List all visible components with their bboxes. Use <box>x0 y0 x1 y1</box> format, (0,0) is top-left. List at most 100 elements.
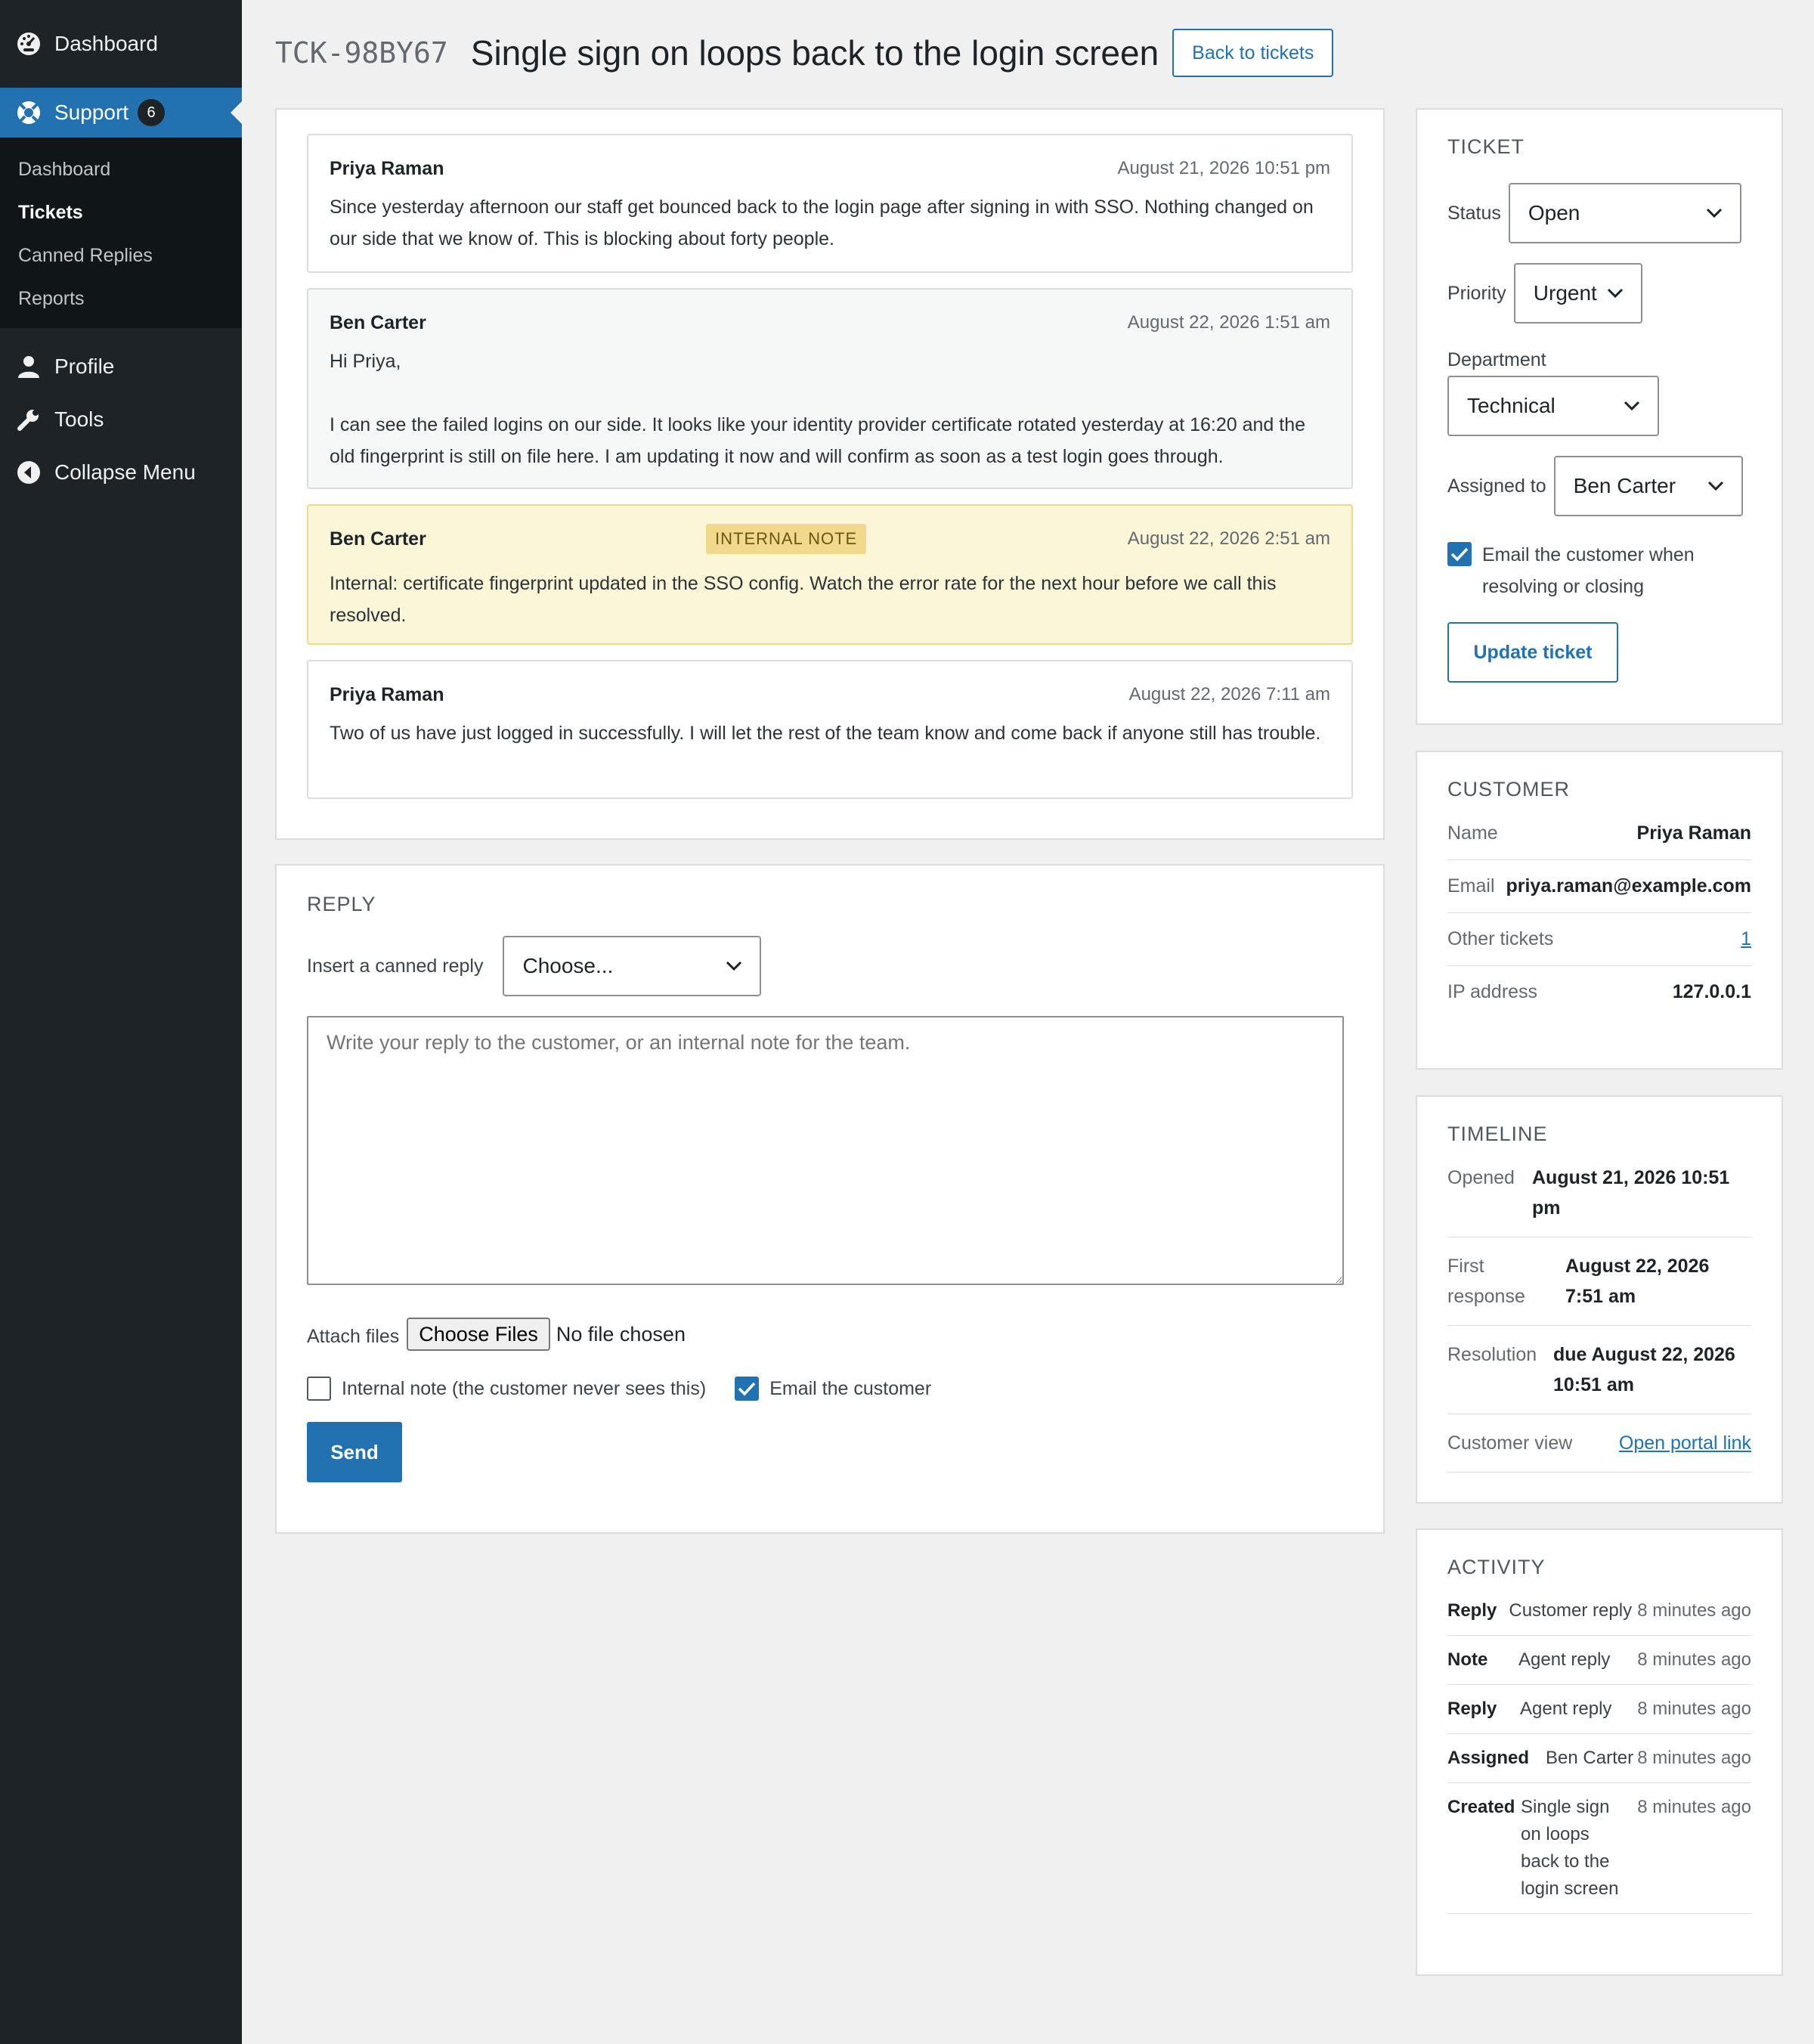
activity-type: Note <box>1447 1649 1488 1670</box>
support-submenu: Dashboard Tickets Canned Replies Reports <box>0 138 242 328</box>
activity-item: Created Single sign on loops back to the… <box>1447 1783 1751 1914</box>
checkmark-icon <box>1450 547 1469 562</box>
resolution-label: Resolution <box>1447 1344 1537 1365</box>
message-author: Priya Raman <box>330 157 444 179</box>
resolution-value: due August 22, 2026 10:51 am <box>1553 1344 1735 1395</box>
internal-note-label: Internal note (the customer never sees t… <box>342 1377 707 1399</box>
send-button[interactable]: Send <box>307 1422 402 1482</box>
menu-profile[interactable]: Profile <box>0 340 242 393</box>
message-date: August 21, 2026 10:51 pm <box>1117 158 1330 178</box>
dashboard-gauge-icon <box>15 30 42 57</box>
other-tickets-label: Other tickets <box>1447 928 1554 949</box>
status-value: Open <box>1528 201 1580 225</box>
internal-note-badge: INTERNAL NOTE <box>706 524 867 554</box>
chevron-down-icon <box>1707 480 1725 492</box>
timeline-heading: TIMELINE <box>1447 1123 1548 1145</box>
menu-support-label: Support <box>54 101 129 124</box>
activity-type: Created <box>1447 1797 1515 1817</box>
reply-textarea[interactable] <box>307 1016 1344 1285</box>
checkmark-icon <box>738 1382 756 1396</box>
menu-profile-label: Profile <box>54 355 115 378</box>
activity-heading: ACTIVITY <box>1447 1556 1546 1578</box>
submenu-tickets[interactable]: Tickets <box>0 191 242 234</box>
customer-view-label: Customer view <box>1447 1432 1573 1454</box>
canned-reply-select[interactable]: Choose... <box>503 936 762 996</box>
back-to-tickets-button[interactable]: Back to tickets <box>1172 29 1334 77</box>
menu-tools-label: Tools <box>54 407 104 431</box>
conversation-panel: Priya Raman August 21, 2026 10:51 pm Sin… <box>275 108 1385 840</box>
submenu-reports[interactable]: Reports <box>0 277 242 321</box>
message-body: Since yesterday afternoon our staff get … <box>330 197 1314 249</box>
ticket-heading: TICKET <box>1447 135 1525 158</box>
message-customer: Priya Raman August 22, 2026 7:11 am Two … <box>307 660 1353 799</box>
message-author: Priya Raman <box>330 683 444 705</box>
internal-note-checkbox[interactable] <box>307 1377 331 1401</box>
menu-collapse-label: Collapse Menu <box>54 460 196 484</box>
menu-collapse[interactable]: Collapse Menu <box>0 446 242 499</box>
admin-sidebar: Dashboard Support 6 Dashboard Tickets Ca… <box>0 0 242 2044</box>
resolution-row: Resolution due August 22, 2026 10:51 am <box>1447 1326 1751 1414</box>
department-value: Technical <box>1467 394 1556 417</box>
activity-item: Assigned Ben Carter 8 minutes ago <box>1447 1734 1751 1783</box>
ip-address-row: IP address 127.0.0.1 <box>1447 966 1751 1018</box>
email-label: Email <box>1447 875 1495 897</box>
activity-detail: Customer reply <box>1509 1600 1633 1621</box>
assignee-value: Ben Carter <box>1573 474 1676 497</box>
assignee-select[interactable]: Ben Carter <box>1553 456 1743 516</box>
activity-detail: Agent reply <box>1520 1699 1612 1719</box>
opened-label: Opened <box>1447 1167 1515 1188</box>
message-body: Two of us have just logged in successful… <box>330 723 1321 744</box>
submenu-canned-replies[interactable]: Canned Replies <box>0 234 242 277</box>
menu-tools[interactable]: Tools <box>0 393 242 446</box>
status-select[interactable]: Open <box>1508 183 1741 243</box>
ticket-id: TCK-98BY67 <box>275 36 448 70</box>
wrench-icon <box>15 406 42 433</box>
choose-files-button[interactable]: Choose Files <box>407 1318 550 1351</box>
page-title: Single sign on loops back to the login s… <box>470 33 1159 73</box>
department-select[interactable]: Technical <box>1447 376 1659 436</box>
priority-select[interactable]: Urgent <box>1513 263 1642 324</box>
customer-view-row: Customer view Open portal link <box>1447 1414 1751 1473</box>
activity-item: Note Agent reply 8 minutes ago <box>1447 1636 1751 1685</box>
email-on-resolve-checkbox[interactable] <box>1447 542 1472 566</box>
first-response-label: First response <box>1447 1256 1525 1307</box>
activity-time: 8 minutes ago <box>1637 1600 1751 1621</box>
customer-heading: CUSTOMER <box>1447 778 1571 801</box>
chevron-down-icon <box>725 960 743 972</box>
customer-name: Priya Raman <box>1636 822 1751 844</box>
message-internal-note: Ben Carter August 22, 2026 2:51 am INTER… <box>307 504 1353 645</box>
message-author: Ben Carter <box>330 528 426 550</box>
email-customer-label: Email the customer <box>769 1377 932 1399</box>
user-icon <box>15 353 42 380</box>
activity-detail: Agent reply <box>1518 1649 1611 1670</box>
customer-email: priya.raman@example.com <box>1506 875 1751 897</box>
message-date: August 22, 2026 1:51 am <box>1127 312 1330 333</box>
lower-menu: Profile Tools Collapse Menu <box>0 328 242 499</box>
other-tickets-row: Other tickets 1 <box>1447 913 1751 966</box>
activity-time: 8 minutes ago <box>1637 1649 1751 1670</box>
other-tickets-link[interactable]: 1 <box>1741 928 1751 950</box>
reply-panel: REPLY Insert a canned reply Choose... At… <box>275 864 1385 1534</box>
message-agent: Ben Carter August 22, 2026 1:51 am Hi Pr… <box>307 288 1353 489</box>
chevron-down-icon <box>1606 287 1624 299</box>
submenu-dashboard[interactable]: Dashboard <box>0 148 242 191</box>
canned-reply-label: Insert a canned reply <box>307 955 484 977</box>
email-customer-checkbox[interactable] <box>735 1377 760 1401</box>
ticket-panel: TICKET Status Open Priority Urgent Depar… <box>1416 108 1783 725</box>
menu-dashboard[interactable]: Dashboard <box>0 0 242 88</box>
priority-value: Urgent <box>1533 281 1597 305</box>
current-menu-notch <box>231 101 242 124</box>
collapse-arrow-icon <box>15 459 42 486</box>
activity-time: 8 minutes ago <box>1637 1797 1751 1817</box>
lifebuoy-icon <box>15 99 42 126</box>
message-body: Hi Priya, <box>330 351 401 372</box>
customer-name-row: Name Priya Raman <box>1447 807 1751 860</box>
open-portal-link[interactable]: Open portal link <box>1619 1428 1751 1458</box>
update-ticket-button[interactable]: Update ticket <box>1447 622 1618 683</box>
activity-time: 8 minutes ago <box>1637 1699 1751 1719</box>
opened-value: August 21, 2026 10:51 pm <box>1532 1167 1730 1219</box>
menu-support[interactable]: Support 6 <box>0 88 242 138</box>
chevron-down-icon <box>1705 207 1723 219</box>
first-response-value: August 22, 2026 7:51 am <box>1565 1256 1710 1307</box>
email-on-resolve-label: Email the customer when resolving or clo… <box>1482 544 1695 597</box>
